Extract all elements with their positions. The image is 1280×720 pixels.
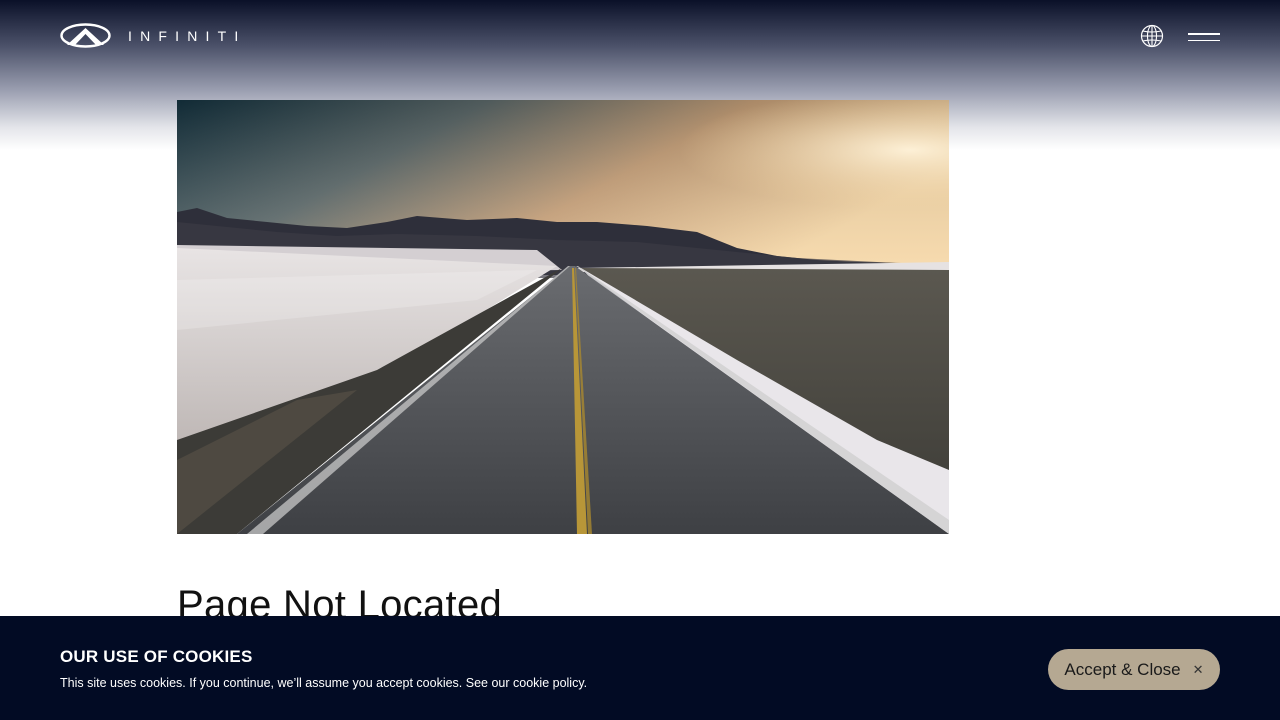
site-header: INFINITI: [0, 0, 1280, 72]
accept-close-label: Accept & Close: [1064, 659, 1181, 679]
accept-close-button[interactable]: Accept & Close ✕: [1048, 649, 1220, 690]
cookie-banner: OUR USE OF COOKIES This site uses cookie…: [0, 616, 1280, 720]
infiniti-logo-link[interactable]: INFINITI: [60, 23, 246, 48]
infiniti-emblem-icon: [60, 23, 111, 48]
cookie-policy-link[interactable]: cookie policy.: [513, 676, 587, 690]
globe-icon[interactable]: [1140, 24, 1164, 48]
page: INFINITI Page Not Located OUR USE OF COO…: [0, 0, 1280, 720]
close-icon: ✕: [1192, 661, 1204, 677]
hero-image: [177, 100, 949, 534]
cookie-text: This site uses cookies. If you continue,…: [60, 676, 587, 690]
cookie-message: This site uses cookies. If you continue,…: [60, 676, 510, 690]
hamburger-menu-icon[interactable]: [1186, 26, 1222, 46]
cookie-title: OUR USE OF COOKIES: [60, 647, 253, 666]
brand-wordmark: INFINITI: [128, 27, 247, 44]
